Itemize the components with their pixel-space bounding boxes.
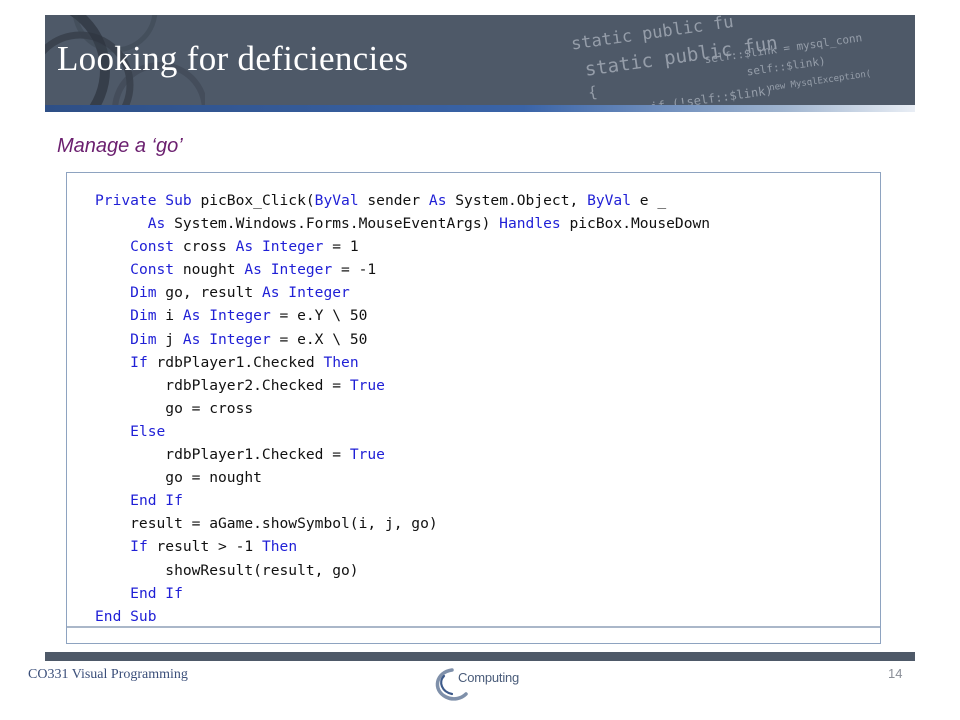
page-number: 14 <box>888 666 903 681</box>
code-panel: Private Sub picBox_Click(ByVal sender As… <box>66 172 881 644</box>
logo-text: Computing <box>458 670 520 685</box>
code-text: result > -1 <box>147 538 262 556</box>
code-text: System.Windows.Forms.MouseEventArgs) <box>165 215 500 233</box>
code-text: go = nought <box>95 469 262 487</box>
code-keyword: As Integer <box>182 330 271 348</box>
code-keyword: If <box>130 538 148 556</box>
slide-header: static public fu static public fun self:… <box>45 15 915 105</box>
code-line: Dim i As Integer = e.Y \ 50 <box>95 307 367 324</box>
code-text: j <box>156 330 183 348</box>
code-line: As System.Windows.Forms.MouseEventArgs) … <box>95 215 710 232</box>
code-keyword: End If <box>130 492 183 510</box>
code-line: Const cross As Integer = 1 <box>95 238 359 256</box>
code-keyword: True <box>349 446 385 464</box>
code-keyword: As <box>428 192 447 209</box>
code-keyword: ByVal <box>314 192 359 209</box>
code-keyword: Dim <box>130 284 157 302</box>
code-line: rdbPlayer1.Checked = True <box>95 446 385 463</box>
code-keyword: True <box>349 376 385 394</box>
code-line: showResult(result, go) <box>95 561 359 579</box>
code-text: picBox_Click( <box>191 192 315 209</box>
code-text: nought <box>174 261 245 279</box>
code-line: Else <box>95 423 165 440</box>
code-keyword: Then <box>261 538 298 556</box>
code-text: = e.X \ 50 <box>270 330 368 348</box>
bg-code-line-6: if (!self::$link) <box>650 83 774 105</box>
code-keyword: Dim <box>130 330 157 348</box>
code-keyword: As Integer <box>261 284 350 302</box>
code-line: If rdbPlayer1.Checked Then <box>95 353 359 371</box>
code-keyword: If <box>130 353 148 371</box>
header-rule <box>45 105 915 112</box>
code-keyword: Const <box>130 238 175 256</box>
header-code-background: static public fu static public fun self:… <box>570 15 872 105</box>
code-keyword: Private Sub <box>95 192 192 209</box>
code-panel-rule <box>67 626 880 628</box>
code-keyword: Dim <box>130 307 157 325</box>
code-line: go = cross <box>95 400 253 417</box>
code-text: sender <box>358 192 429 209</box>
footer-band <box>45 652 915 661</box>
code-keyword: Handles <box>499 215 561 233</box>
slide-title: Looking for deficiencies <box>57 39 409 78</box>
code-keyword: Const <box>130 261 175 279</box>
code-line: End If <box>95 585 183 602</box>
bg-code-line-4: { <box>587 83 598 102</box>
code-keyword: End If <box>130 584 183 602</box>
course-title: CO331 Visual Programming <box>28 667 188 682</box>
code-text: rdbPlayer1.Checked = <box>95 446 350 464</box>
code-text: = e.Y \ 50 <box>270 307 368 325</box>
code-line: go = nought <box>95 469 262 486</box>
code-text: go, result <box>156 284 262 302</box>
code-text: go = cross <box>95 399 254 417</box>
code-line: Private Sub picBox_Click(ByVal sender As… <box>95 192 666 209</box>
code-line: result = aGame.showSymbol(i, j, go) <box>95 515 438 532</box>
code-text: = -1 <box>332 261 377 279</box>
code-line: End Sub <box>95 608 157 625</box>
code-keyword: As <box>147 215 166 233</box>
code-line: Dim j As Integer = e.X \ 50 <box>95 331 367 348</box>
code-text: rdbPlayer1.Checked <box>147 353 324 371</box>
code-text: rdbPlayer2.Checked = <box>95 376 350 394</box>
code-text: e _ <box>631 192 667 209</box>
code-keyword: As Integer <box>235 238 324 256</box>
code-block: Private Sub picBox_Click(ByVal sender As… <box>95 189 710 628</box>
slide-subtitle: Manage a ‘go’ <box>57 135 183 157</box>
code-text: System.Object, <box>446 192 588 209</box>
code-text: result = aGame.showSymbol(i, j, go) <box>95 515 438 533</box>
code-keyword: ByVal <box>587 192 632 209</box>
code-text: i <box>156 307 183 325</box>
code-keyword: Else <box>130 422 166 440</box>
code-line: Const nought As Integer = -1 <box>95 261 376 278</box>
code-keyword: Then <box>323 353 359 371</box>
code-text: = 1 <box>323 238 359 256</box>
code-line: If result > -1 Then <box>95 538 297 555</box>
code-keyword: End Sub <box>95 607 157 625</box>
code-line: Dim go, result As Integer <box>95 284 350 301</box>
code-text: picBox.MouseDown <box>560 215 711 233</box>
code-keyword: As Integer <box>182 307 271 325</box>
code-text: showResult(result, go) <box>95 561 359 579</box>
code-keyword: As Integer <box>244 261 333 279</box>
code-line: End If <box>95 492 183 509</box>
code-text: cross <box>174 238 236 256</box>
code-line: rdbPlayer2.Checked = True <box>95 377 385 394</box>
